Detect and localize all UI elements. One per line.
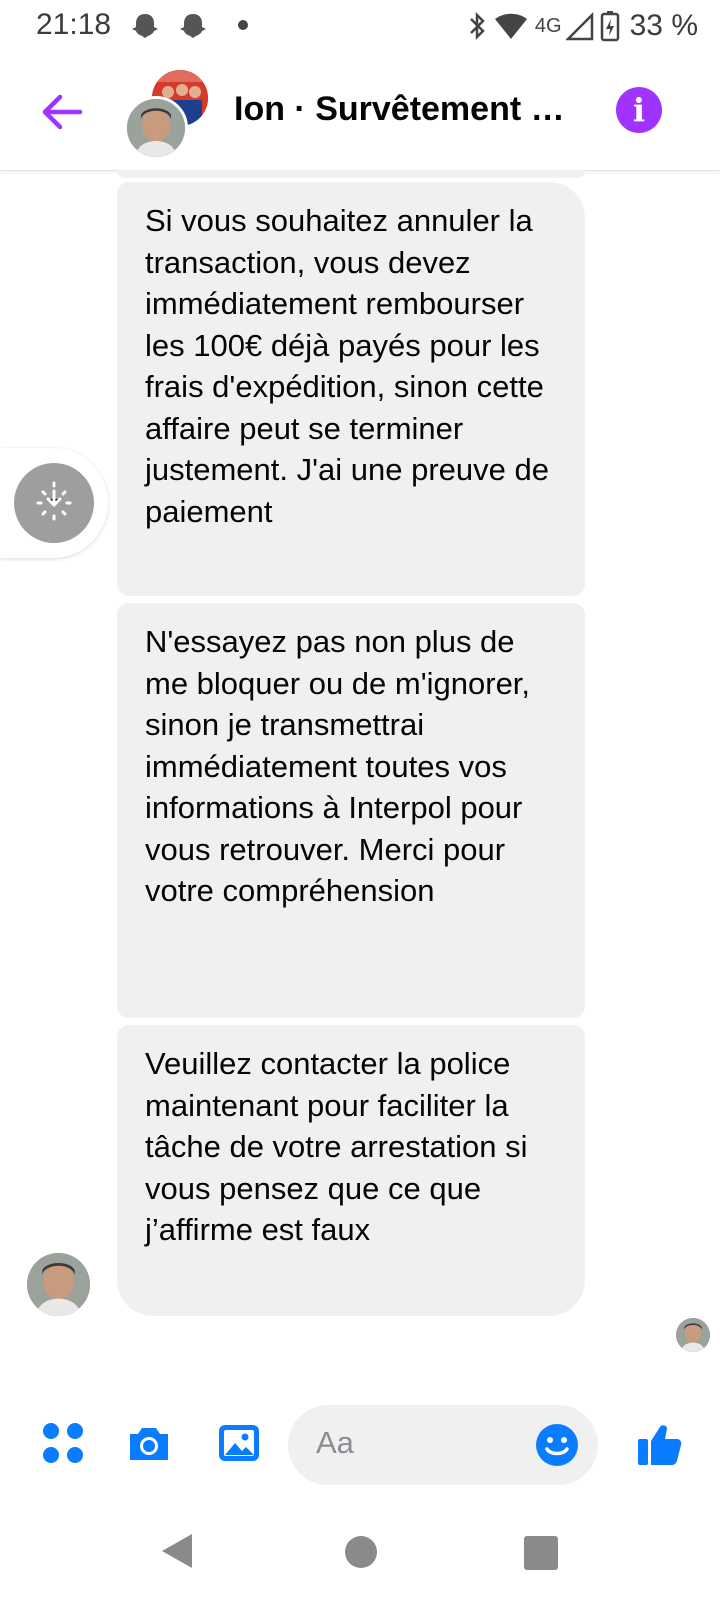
gallery-icon[interactable] bbox=[216, 1420, 262, 1466]
status-time: 21:18 bbox=[36, 8, 112, 41]
battery-icon bbox=[600, 11, 619, 42]
info-icon[interactable]: i bbox=[616, 87, 662, 133]
nav-back-icon[interactable] bbox=[160, 1532, 194, 1570]
chat-header: Ion · Survêtement h... i bbox=[0, 56, 720, 171]
message-bubble[interactable]: Si vous souhaitez annuler la transaction… bbox=[117, 182, 585, 596]
snapchat-notification-icon-2 bbox=[180, 14, 206, 38]
wifi-icon bbox=[494, 13, 527, 39]
camera-icon[interactable] bbox=[126, 1420, 172, 1466]
message-bubble[interactable]: Veuillez contacter la police maintenant … bbox=[117, 1025, 585, 1316]
nav-home-icon[interactable] bbox=[345, 1536, 377, 1568]
message-bubble[interactable]: N'essayez pas non plus de me bloquer ou … bbox=[117, 603, 585, 1018]
message-input-placeholder: Aa bbox=[316, 1425, 354, 1460]
seen-receipt-avatar bbox=[676, 1318, 710, 1352]
floating-assistant-button[interactable] bbox=[14, 463, 94, 543]
battery-percent: 33 % bbox=[629, 9, 698, 42]
status-bar: 21:18 4G 33 % bbox=[0, 0, 720, 56]
contact-avatar[interactable] bbox=[124, 96, 188, 160]
apps-icon[interactable] bbox=[40, 1420, 86, 1466]
sparkle-icon bbox=[36, 481, 72, 521]
network-type: 4G bbox=[534, 14, 562, 37]
status-icons: 4G 33 % bbox=[467, 6, 698, 46]
thumbs-up-icon[interactable] bbox=[636, 1419, 684, 1467]
signal-icon bbox=[565, 11, 593, 41]
snapchat-notification-icon bbox=[132, 14, 158, 38]
previous-message-edge bbox=[117, 170, 585, 178]
more-notifications-dot bbox=[238, 20, 248, 30]
chat-title[interactable]: Ion · Survêtement h... bbox=[234, 90, 574, 129]
bluetooth-icon bbox=[470, 11, 485, 41]
sender-avatar[interactable] bbox=[27, 1253, 90, 1316]
back-arrow-icon[interactable] bbox=[36, 86, 88, 138]
nav-recents-icon[interactable] bbox=[524, 1536, 558, 1570]
emoji-icon[interactable] bbox=[535, 1423, 579, 1467]
